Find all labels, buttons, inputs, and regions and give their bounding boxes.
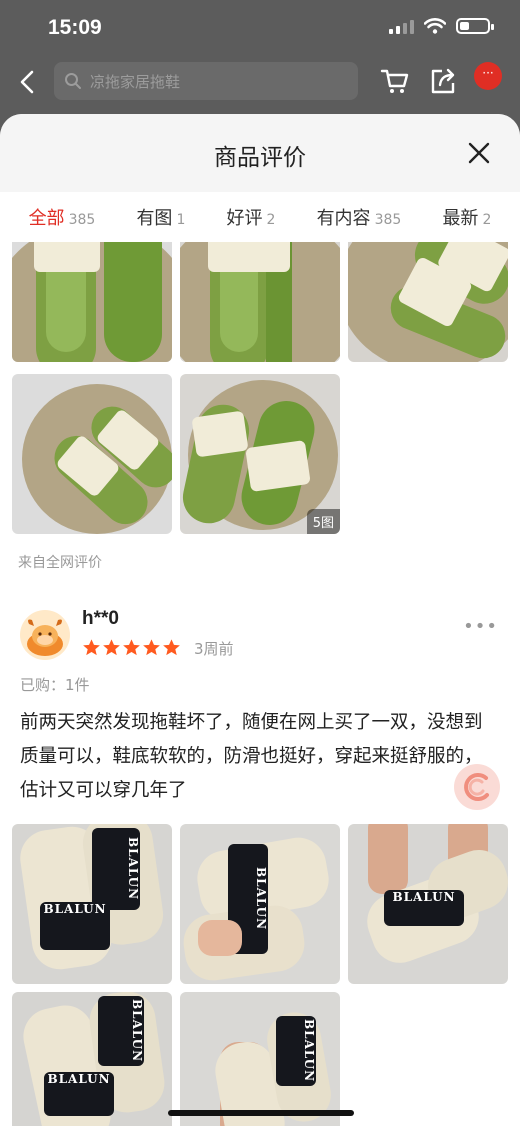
tab-positive[interactable]: 好评 2 bbox=[227, 204, 276, 230]
review-photo[interactable]: BLALUN BLALUN bbox=[12, 992, 172, 1126]
review-photo[interactable]: 5图 bbox=[180, 374, 340, 534]
review-photo[interactable] bbox=[348, 242, 508, 362]
back-arrow-icon[interactable] bbox=[14, 66, 42, 98]
tab-with-content[interactable]: 有内容 385 bbox=[317, 204, 402, 230]
star-rating bbox=[82, 638, 181, 657]
close-icon[interactable] bbox=[468, 142, 490, 164]
purchase-info: 已购：1件 bbox=[20, 676, 90, 694]
floating-logo-icon[interactable] bbox=[454, 764, 500, 810]
status-bar: 15:09 bbox=[0, 0, 520, 56]
strap-brand-text: BLALUN bbox=[44, 1072, 114, 1116]
more-options-icon[interactable]: ••• bbox=[463, 616, 498, 637]
review-list: 5图 来自全网评价 h**0 3周前 ••• 已购：1件 前两天突然发现拖鞋坏了… bbox=[0, 242, 520, 1126]
tab-label: 全部 bbox=[28, 208, 65, 229]
status-icons bbox=[389, 18, 494, 34]
tab-latest[interactable]: 最新 2 bbox=[442, 204, 491, 230]
first-review-gallery: 5图 bbox=[0, 242, 520, 542]
tab-count: 385 bbox=[374, 212, 402, 228]
share-icon[interactable] bbox=[428, 66, 458, 96]
strap-brand-text: BLALUN bbox=[384, 890, 464, 926]
signal-icon bbox=[389, 18, 414, 34]
search-icon bbox=[65, 73, 81, 89]
reviewer-name: h**0 bbox=[82, 608, 119, 629]
review-photo[interactable]: BLALUN bbox=[180, 824, 340, 984]
strap-brand-text: BLALUN bbox=[40, 902, 110, 950]
top-nav: 凉拖家居拖鞋 ··· bbox=[0, 56, 520, 112]
avatar-cow-icon bbox=[27, 619, 63, 656]
sheet-title: 商品评价 bbox=[214, 145, 306, 171]
review-photo[interactable] bbox=[12, 242, 172, 362]
review-photo[interactable] bbox=[180, 242, 340, 362]
strap-brand-text: BLALUN bbox=[276, 1016, 316, 1086]
home-indicator bbox=[168, 1110, 354, 1116]
message-icon[interactable]: ··· bbox=[474, 62, 502, 90]
star-icon bbox=[123, 639, 140, 656]
review-photo[interactable]: BLALUN bbox=[348, 824, 508, 984]
star-icon bbox=[83, 639, 100, 656]
battery-icon bbox=[456, 18, 494, 34]
review-filter-tabs: 全部 385 有图 1 好评 2 有内容 385 最新 2 bbox=[0, 192, 520, 242]
avatar[interactable] bbox=[20, 610, 70, 660]
review-time: 3周前 bbox=[194, 640, 234, 658]
strap-brand-text: BLALUN bbox=[92, 828, 140, 910]
review-photo[interactable]: BLALUN bbox=[180, 992, 340, 1126]
review-text: 前两天突然发现拖鞋坏了，随便在网上买了一双，没想到质量可以，鞋底软软的，防滑也挺… bbox=[20, 712, 483, 801]
review-photo-gallery: BLALUN BLALUN BLALUN BLALUN BLALUN BLALU… bbox=[0, 824, 520, 1126]
review-photo[interactable] bbox=[12, 374, 172, 534]
review-photo[interactable]: BLALUN BLALUN bbox=[12, 824, 172, 984]
star-icon bbox=[103, 639, 120, 656]
tab-label: 有内容 bbox=[316, 208, 371, 229]
tab-all[interactable]: 全部 385 bbox=[29, 204, 96, 230]
source-note: 来自全网评价 bbox=[18, 555, 102, 571]
tab-with-photos[interactable]: 有图 1 bbox=[136, 204, 185, 230]
tab-count: 2 bbox=[266, 212, 276, 228]
tab-label: 有图 bbox=[136, 208, 173, 229]
wifi-icon bbox=[424, 18, 446, 34]
tab-label: 最新 bbox=[442, 208, 479, 229]
cart-icon[interactable] bbox=[380, 66, 410, 96]
sheet-header: 商品评价 bbox=[0, 114, 520, 192]
search-placeholder: 凉拖家居拖鞋 bbox=[90, 72, 181, 91]
tab-count: 385 bbox=[68, 212, 96, 228]
tab-label: 好评 bbox=[226, 208, 263, 229]
status-time: 15:09 bbox=[48, 16, 102, 39]
tab-count: 2 bbox=[482, 212, 492, 228]
image-count-badge: 5图 bbox=[306, 509, 340, 534]
tab-count: 1 bbox=[176, 212, 186, 228]
star-icon bbox=[163, 639, 180, 656]
star-icon bbox=[143, 639, 160, 656]
reviews-sheet: 商品评价 全部 385 有图 1 好评 2 有内容 385 最新 2 5图 来自… bbox=[0, 114, 520, 1126]
search-input[interactable]: 凉拖家居拖鞋 bbox=[54, 62, 358, 100]
strap-brand-text: BLALUN bbox=[98, 996, 144, 1066]
